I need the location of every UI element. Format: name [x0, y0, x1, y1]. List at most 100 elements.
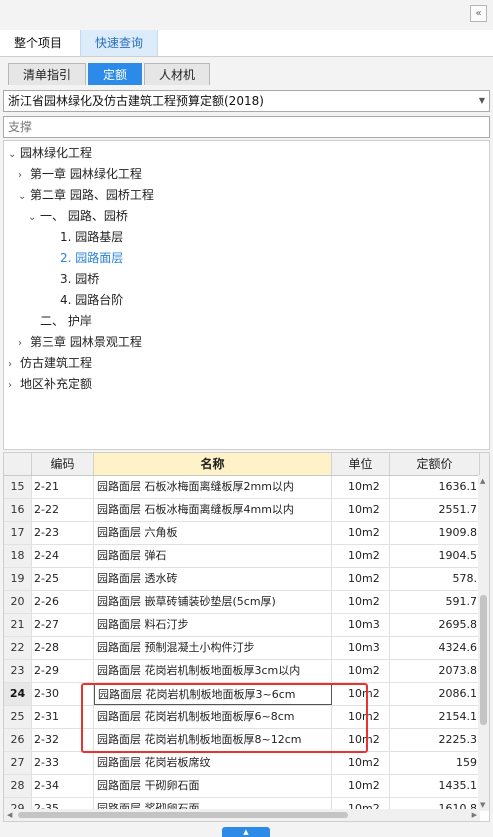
row-unit[interactable]: 10m2 — [332, 568, 390, 590]
table-row[interactable]: 18 2-24 园路面层 弹石 10m2 1904.5 — [4, 545, 480, 568]
row-unit[interactable]: 10m2 — [332, 591, 390, 613]
row-number[interactable]: 19 — [4, 568, 32, 590]
tree-node[interactable]: 4. 园路台阶 — [48, 290, 123, 310]
header-unit[interactable]: 单位 — [332, 453, 390, 475]
row-number[interactable]: 17 — [4, 522, 32, 544]
row-number[interactable]: 18 — [4, 545, 32, 567]
row-price[interactable]: 2225.3 — [390, 729, 480, 751]
vertical-scrollbar[interactable]: ▲ ▼ — [478, 475, 489, 811]
row-price[interactable]: 2551.7 — [390, 499, 480, 521]
tree-node[interactable]: › 地区补充定额 — [8, 374, 92, 394]
search-input[interactable]: 支撑 — [3, 116, 490, 138]
row-code[interactable]: 2-25 — [32, 568, 94, 590]
row-number[interactable]: 24 — [4, 683, 32, 705]
tab-bill-guide[interactable]: 清单指引 — [8, 63, 86, 85]
row-unit[interactable]: 10m2 — [332, 752, 390, 774]
row-price[interactable]: 591.7 — [390, 591, 480, 613]
chevron-right-icon[interactable]: › — [18, 334, 30, 354]
chevron-down-icon[interactable]: ⌄ — [28, 208, 40, 228]
row-unit[interactable]: 10m3 — [332, 614, 390, 636]
table-row[interactable]: 17 2-23 园路面层 六角板 10m2 1909.8 — [4, 522, 480, 545]
tree-node[interactable]: 二、 护岸 — [28, 311, 92, 331]
row-unit[interactable]: 10m2 — [332, 545, 390, 567]
horizontal-scrollbar[interactable]: ◀ ▶ — [4, 809, 480, 821]
chevron-right-icon[interactable]: › — [8, 355, 20, 375]
row-name[interactable]: 园路面层 石板冰梅面离缝板厚2mm以内 — [94, 476, 332, 498]
row-number[interactable]: 26 — [4, 729, 32, 751]
table-row[interactable]: 23 2-29 园路面层 花岗岩机制板地面板厚3cm以内 10m2 2073.8 — [4, 660, 480, 683]
chevron-right-icon[interactable]: › — [18, 166, 30, 186]
table-row[interactable]: 20 2-26 园路面层 嵌草砖铺装砂垫层(5cm厚) 10m2 591.7 — [4, 591, 480, 614]
tree-node[interactable]: › 仿古建筑工程 — [8, 353, 92, 373]
row-name[interactable]: 园路面层 预制混凝土小构件汀步 — [94, 637, 332, 659]
row-number[interactable]: 25 — [4, 706, 32, 728]
expand-panel-handle[interactable]: ▲ — [222, 827, 270, 837]
row-number[interactable]: 22 — [4, 637, 32, 659]
tree-node[interactable]: › 第一章 园林绿化工程 — [18, 164, 142, 184]
row-unit[interactable]: 10m2 — [332, 660, 390, 682]
row-code[interactable]: 2-27 — [32, 614, 94, 636]
table-row[interactable]: 28 2-34 园路面层 干砌卵石面 10m2 1435.1 — [4, 775, 480, 798]
header-price[interactable]: 定额价 — [390, 453, 480, 475]
table-row[interactable]: 16 2-22 园路面层 石板冰梅面离缝板厚4mm以内 10m2 2551.7 — [4, 499, 480, 522]
tab-quick-query[interactable]: 快速查询 — [80, 30, 159, 56]
tab-labor-material-machine[interactable]: 人材机 — [144, 63, 210, 85]
row-number[interactable]: 20 — [4, 591, 32, 613]
row-unit[interactable]: 10m3 — [332, 637, 390, 659]
row-name[interactable]: 园路面层 石板冰梅面离缝板厚4mm以内 — [94, 499, 332, 521]
header-code[interactable]: 编码 — [32, 453, 94, 475]
row-price[interactable]: 578. — [390, 568, 480, 590]
row-unit[interactable]: 10m2 — [332, 775, 390, 797]
chevron-down-icon[interactable]: ⌄ — [8, 145, 20, 165]
chevron-right-icon[interactable]: › — [8, 376, 20, 396]
row-code[interactable]: 2-26 — [32, 591, 94, 613]
row-number[interactable]: 15 — [4, 476, 32, 498]
row-name[interactable]: 园路面层 料石汀步 — [94, 614, 332, 636]
table-row[interactable]: 15 2-21 园路面层 石板冰梅面离缝板厚2mm以内 10m2 1636.1 — [4, 476, 480, 499]
row-price[interactable]: 4324.6 — [390, 637, 480, 659]
tree-node[interactable]: 1. 园路基层 — [48, 227, 123, 247]
row-code[interactable]: 2-33 — [32, 752, 94, 774]
table-row[interactable]: 19 2-25 园路面层 透水砖 10m2 578. — [4, 568, 480, 591]
table-row[interactable]: 22 2-28 园路面层 预制混凝土小构件汀步 10m3 4324.6 — [4, 637, 480, 660]
table-row[interactable]: 27 2-33 园路面层 花岗岩板席纹 10m2 159 — [4, 752, 480, 775]
tab-whole-project[interactable]: 整个项目 — [0, 30, 76, 56]
row-unit[interactable]: 10m2 — [332, 499, 390, 521]
row-code[interactable]: 2-22 — [32, 499, 94, 521]
row-code[interactable]: 2-28 — [32, 637, 94, 659]
row-name[interactable]: 园路面层 干砌卵石面 — [94, 775, 332, 797]
tab-quota[interactable]: 定额 — [88, 63, 142, 85]
row-code[interactable]: 2-24 — [32, 545, 94, 567]
row-price[interactable]: 1904.5 — [390, 545, 480, 567]
table-row[interactable]: 21 2-27 园路面层 料石汀步 10m3 2695.8 — [4, 614, 480, 637]
row-number[interactable]: 27 — [4, 752, 32, 774]
row-name[interactable]: 园路面层 透水砖 — [94, 568, 332, 590]
row-code[interactable]: 2-34 — [32, 775, 94, 797]
row-price[interactable]: 1636.1 — [390, 476, 480, 498]
tree-node[interactable]: 2. 园路面层 — [48, 248, 123, 268]
tree-node[interactable]: 3. 园桥 — [48, 269, 99, 289]
quota-library-select[interactable]: 浙江省园林绿化及仿古建筑工程预算定额(2018) ▼ — [3, 90, 490, 112]
row-price[interactable]: 2086.1 — [390, 683, 480, 705]
row-name[interactable]: 园路面层 六角板 — [94, 522, 332, 544]
row-name[interactable]: 园路面层 弹石 — [94, 545, 332, 567]
row-price[interactable]: 2073.8 — [390, 660, 480, 682]
horizontal-scroll-thumb[interactable] — [18, 812, 348, 818]
tree-node[interactable]: ⌄ 园林绿化工程 — [8, 143, 92, 163]
row-code[interactable]: 2-29 — [32, 660, 94, 682]
vertical-scroll-thumb[interactable] — [480, 595, 487, 725]
row-price[interactable]: 159 — [390, 752, 480, 774]
row-code[interactable]: 2-21 — [32, 476, 94, 498]
row-price[interactable]: 1435.1 — [390, 775, 480, 797]
row-code[interactable]: 2-23 — [32, 522, 94, 544]
row-name[interactable]: 园路面层 花岗岩机制板地面板厚3cm以内 — [94, 660, 332, 682]
row-number[interactable]: 23 — [4, 660, 32, 682]
tree-node[interactable]: ⌄ 一、 园路、园桥 — [28, 206, 128, 226]
row-name[interactable]: 园路面层 花岗岩板席纹 — [94, 752, 332, 774]
tree-node[interactable]: › 第三章 园林景观工程 — [18, 332, 142, 352]
row-unit[interactable]: 10m2 — [332, 522, 390, 544]
row-unit[interactable]: 10m2 — [332, 476, 390, 498]
tree-node[interactable]: ⌄ 第二章 园路、园桥工程 — [18, 185, 154, 205]
row-number[interactable]: 16 — [4, 499, 32, 521]
header-name[interactable]: 名称 — [94, 453, 332, 475]
